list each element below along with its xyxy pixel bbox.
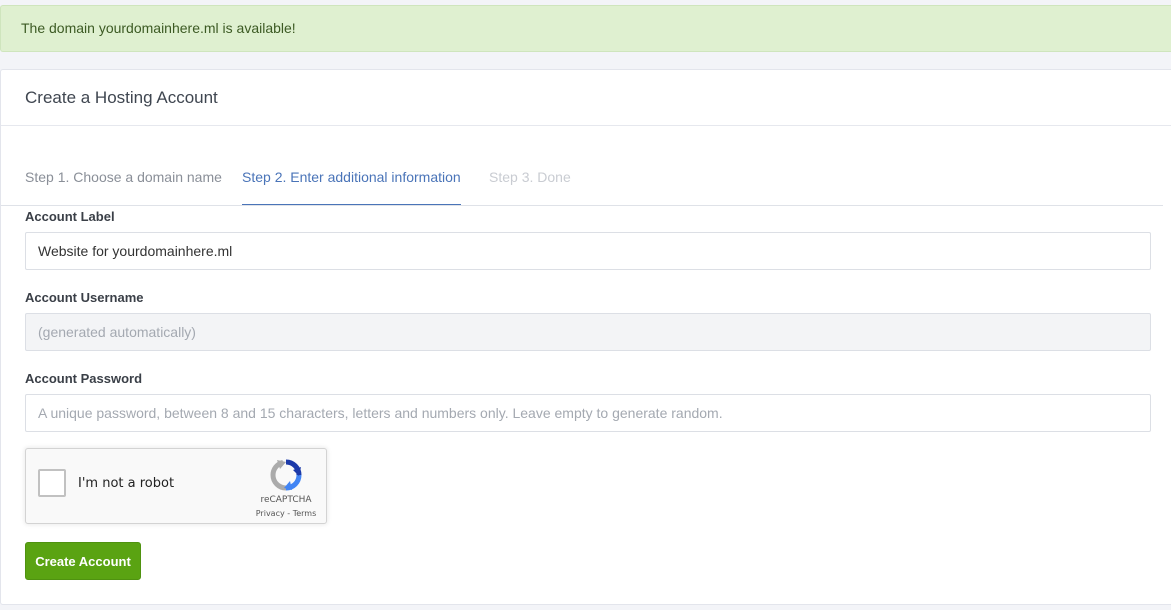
tab-step-2[interactable]: Step 2. Enter additional information	[242, 156, 461, 205]
account-password-input[interactable]	[25, 394, 1151, 432]
account-password-label: Account Password	[25, 371, 143, 386]
tab-step-1[interactable]: Step 1. Choose a domain name	[25, 156, 222, 205]
tab-step-3: Step 3. Done	[489, 169, 571, 185]
recaptcha-label: I'm not a robot	[78, 476, 175, 491]
account-label-label: Account Label	[25, 209, 115, 224]
alert-message: The domain yourdomainhere.ml is availabl…	[21, 20, 296, 36]
recaptcha-widget: I'm not a robot reCAPTCHA Privacy - Term…	[25, 448, 327, 524]
card-title: Create a Hosting Account	[1, 70, 1171, 126]
recaptcha-checkbox[interactable]	[38, 469, 66, 497]
account-username-label: Account Username	[25, 290, 144, 305]
step-tabs: Step 1. Choose a domain name Step 2. Ent…	[1, 156, 1163, 206]
domain-available-alert: The domain yourdomainhere.ml is availabl…	[0, 5, 1171, 52]
recaptcha-brand: reCAPTCHA	[260, 495, 312, 505]
create-account-button[interactable]: Create Account	[25, 542, 141, 580]
account-username-input	[25, 313, 1151, 351]
recaptcha-logo-icon	[270, 459, 302, 491]
recaptcha-links[interactable]: Privacy - Terms	[248, 509, 324, 518]
account-label-input[interactable]	[25, 232, 1151, 270]
create-account-card: Create a Hosting Account Step 1. Choose …	[0, 69, 1171, 605]
